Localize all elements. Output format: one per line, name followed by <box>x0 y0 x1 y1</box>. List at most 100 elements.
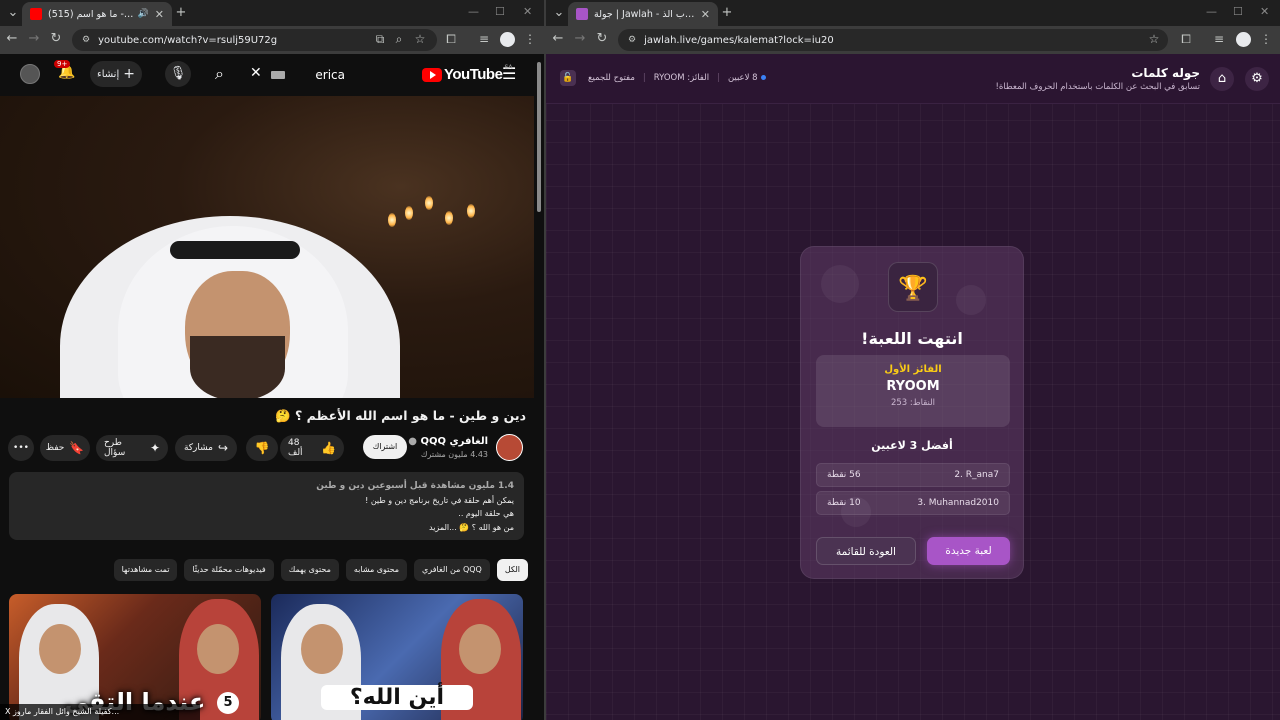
youtube-logo[interactable]: YouTube SA <box>422 64 512 83</box>
back-icon[interactable]: ← <box>549 31 567 46</box>
extensions-icon[interactable]: ⧠ <box>443 32 459 47</box>
page-scrollbar[interactable] <box>534 54 544 720</box>
close-tab-icon[interactable]: ✕ <box>701 8 710 21</box>
address-toolbar: ← → ↻ ⚙ jawlah.live/games/kalemat?lock=i… <box>546 26 1280 54</box>
youtube-window: ⌄ (515) دين و طين - ما هو اسم ... 🔊 ✕ + … <box>0 0 544 720</box>
clear-search-icon[interactable]: ✕ <box>250 65 262 81</box>
thumb-face <box>301 624 343 674</box>
dislike-button[interactable]: 👎 <box>246 435 278 461</box>
video-thumbnail[interactable]: عندما التقى 5 <box>9 594 261 720</box>
game-over-title: انتهت اللعبة! <box>861 329 963 348</box>
bell-icon[interactable]: 🔔 9+ <box>54 60 75 80</box>
close-tab-icon[interactable]: ✕ <box>155 8 164 21</box>
maximize-icon[interactable]: ☐ <box>1233 5 1243 18</box>
search-box[interactable]: erica ✕ ⌕ <box>205 62 353 88</box>
ask-label: طرح سؤال <box>104 438 126 458</box>
separator: | <box>642 73 646 83</box>
tab-youtube[interactable]: (515) دين و طين - ما هو اسم ... 🔊 ✕ <box>22 2 172 26</box>
ask-button[interactable]: طرح سؤال ✦ <box>96 435 168 461</box>
profile-avatar[interactable] <box>500 32 515 47</box>
tab-title: (515) دين و طين - ما هو اسم ... <box>48 8 134 20</box>
channel-name[interactable]: الغافري QQQ ● <box>408 436 488 447</box>
tab-jawlah[interactable]: جولة | Jawlah - منصة الألعاب الذ... ✕ <box>568 2 718 26</box>
tab-search-icon[interactable]: ⌄ <box>550 4 568 22</box>
chip-all[interactable]: الكل <box>496 559 528 581</box>
more-actions-button[interactable]: ••• <box>8 435 34 461</box>
reload-icon[interactable]: ↻ <box>593 31 611 46</box>
subscribe-button[interactable]: اشتراك <box>363 435 407 459</box>
video-player[interactable] <box>0 96 534 398</box>
video-title: دين و طين - ما هو اسم الله الأعظم ؟ 🤔 <box>275 408 526 423</box>
jawlah-window: ⌄ جولة | Jawlah - منصة الألعاب الذ... ✕ … <box>546 0 1280 720</box>
minimize-icon[interactable]: — <box>468 5 479 18</box>
new-tab-icon[interactable]: + <box>718 4 736 22</box>
back-to-menu-button[interactable]: العودة للقائمة <box>816 537 916 565</box>
forward-icon[interactable]: → <box>25 31 43 46</box>
tab-manager-icon[interactable]: ≡ <box>1211 32 1227 46</box>
chip-watched[interactable]: تمت مشاهدتها <box>113 559 178 581</box>
decorative-bubble <box>956 285 986 315</box>
bookmark-star-icon[interactable]: ☆ <box>412 32 428 46</box>
zoom-icon[interactable]: ⌕ <box>391 32 407 47</box>
keyboard-icon[interactable] <box>271 71 285 79</box>
tab-manager-icon[interactable]: ≡ <box>476 32 492 46</box>
account-avatar[interactable] <box>20 64 40 84</box>
game-header: ⚙ ⌂ جوله كلمات تسابق في البحث عن الكلمات… <box>546 54 1280 104</box>
search-input[interactable]: erica <box>315 68 345 82</box>
forward-icon[interactable]: → <box>571 31 589 46</box>
tab-title: جولة | Jawlah - منصة الألعاب الذ... <box>594 8 695 20</box>
leaderboard-row: 3. Muhannad2010 10 نقطة <box>816 491 1010 515</box>
channel-row: الغافري QQQ ● 4.43 مليون مشترك اشتراك 48… <box>0 432 540 464</box>
browser-menu-icon[interactable]: ⋮ <box>1258 32 1274 46</box>
profile-avatar[interactable] <box>1236 32 1251 47</box>
description-box[interactable]: 1.4 مليون مشاهدة قبل أسبوعين دين و طين ي… <box>9 472 524 540</box>
address-bar[interactable]: ⚙ jawlah.live/games/kalemat?lock=iu20 <box>618 29 1168 51</box>
scrollbar-thumb[interactable] <box>537 62 541 212</box>
search-icon[interactable]: ⌕ <box>215 64 224 84</box>
chip-from-channel[interactable]: من الغافري QQQ <box>414 559 490 581</box>
bookmark-star-icon[interactable]: ☆ <box>1146 32 1162 46</box>
description-stats: 1.4 مليون مشاهدة قبل أسبوعين دين و طين <box>19 479 514 494</box>
lock-icon[interactable]: 🔓 <box>560 70 576 86</box>
like-button[interactable]: 48 ألف 👍 <box>280 435 344 461</box>
home-icon[interactable]: ⌂ <box>1210 67 1234 91</box>
back-icon[interactable]: ← <box>3 31 21 46</box>
candle-light <box>425 196 433 210</box>
url-text: jawlah.live/games/kalemat?lock=iu20 <box>644 34 834 46</box>
new-game-button[interactable]: لعبة جديدة <box>927 537 1010 565</box>
browser-menu-icon[interactable]: ⋮ <box>522 32 538 46</box>
episode-number: 5 <box>217 692 239 714</box>
minimize-icon[interactable]: — <box>1206 5 1217 18</box>
channel-avatar[interactable] <box>496 434 523 461</box>
bookmark-icon: 🔖 <box>69 441 85 455</box>
first-winner-label: الفائز الأول <box>884 364 942 375</box>
share-button[interactable]: مشاركة ↪ <box>175 435 237 461</box>
gear-icon[interactable]: ⚙ <box>1245 67 1269 91</box>
chip-related[interactable]: محتوى مشابه <box>345 559 408 581</box>
site-info-icon[interactable]: ⚙ <box>82 35 90 45</box>
create-button[interactable]: إنشاء + <box>90 61 142 87</box>
close-window-icon[interactable]: ✕ <box>1260 5 1269 18</box>
close-window-icon[interactable]: ✕ <box>523 5 532 18</box>
site-info-icon[interactable]: ⚙ <box>628 35 636 45</box>
video-thumbnail[interactable]: أين الله؟ <box>271 594 523 720</box>
description-line: من هو الله ؟ 🤔 ...المزيد <box>429 522 514 532</box>
thumb-caption: أين الله؟ <box>321 685 473 710</box>
cast-icon[interactable]: ⧉ <box>372 32 388 47</box>
chip-for-you[interactable]: محتوى يهمك <box>280 559 339 581</box>
chip-recent[interactable]: فيديوهات محمّلة حديثًا <box>184 559 274 581</box>
youtube-favicon-icon <box>30 8 42 20</box>
extensions-icon[interactable]: ⧠ <box>1178 32 1194 47</box>
maximize-icon[interactable]: ☐ <box>495 5 505 18</box>
reload-icon[interactable]: ↻ <box>47 31 65 46</box>
youtube-wordmark: YouTube <box>444 66 503 83</box>
mic-icon[interactable]: 🎙 <box>165 61 191 87</box>
candle-light <box>467 204 475 218</box>
audio-icon[interactable]: 🔊 <box>138 9 149 19</box>
save-button[interactable]: حفظ 🔖 <box>40 435 90 461</box>
tab-search-icon[interactable]: ⌄ <box>4 4 22 22</box>
new-tab-icon[interactable]: + <box>172 4 190 22</box>
save-label: حفظ <box>45 443 65 453</box>
channel-name-text: الغافري QQQ <box>420 436 488 447</box>
room-info: 8 لاعبين | الفائز: RYOOM | مفتوح للجميع … <box>560 70 766 86</box>
